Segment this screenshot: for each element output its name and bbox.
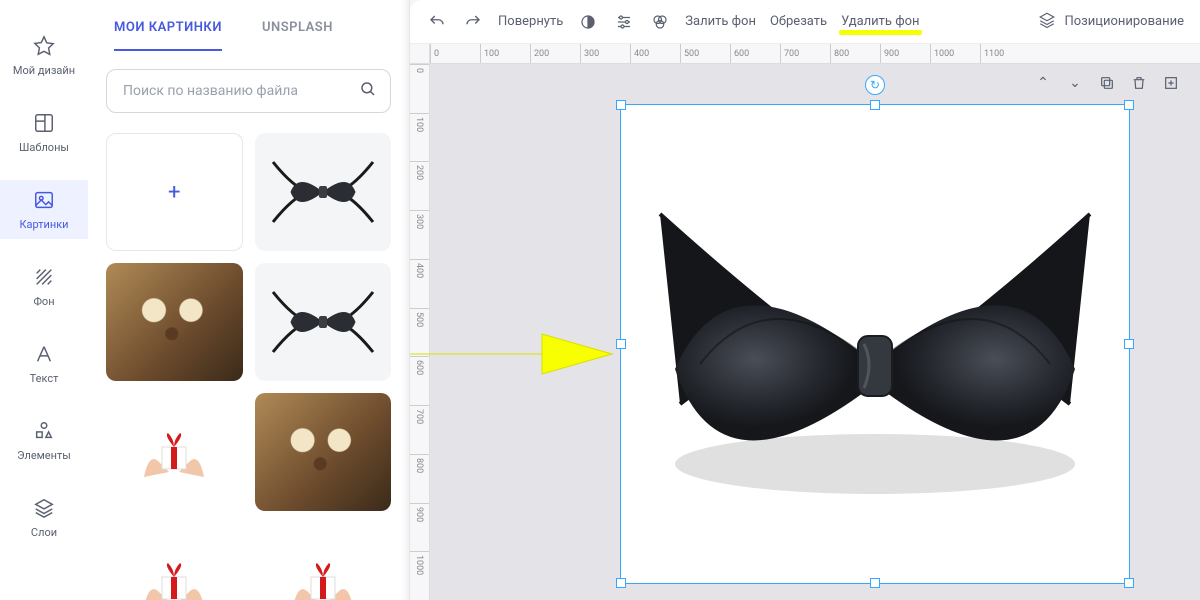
contrast-icon[interactable] (577, 13, 599, 31)
search-icon[interactable] (359, 80, 377, 102)
add-image-tile[interactable]: + (106, 133, 243, 251)
side-panel: МОИ КАРТИНКИ UNSPLASH + (88, 0, 410, 600)
image-tile[interactable] (106, 523, 243, 600)
search-input[interactable] (106, 69, 391, 113)
canvas-area: Повернуть Залить фон Обрезать Удалить фо… (410, 0, 1200, 600)
tab-my-pictures[interactable]: МОИ КАРТИНКИ (114, 20, 222, 51)
copy-icon[interactable] (1096, 72, 1118, 94)
delete-icon[interactable] (1128, 72, 1150, 94)
tab-unsplash[interactable]: UNSPLASH (262, 20, 333, 51)
object-toolbar: ⌃ ⌄ (1032, 72, 1182, 94)
adjust-icon[interactable] (613, 13, 635, 31)
annotation-arrow (410, 324, 622, 384)
templates-icon (32, 111, 56, 135)
nav-label: Шаблоны (19, 141, 69, 154)
nav-my-design[interactable]: Мой дизайн (0, 26, 88, 85)
image-tile[interactable] (255, 523, 392, 600)
undo-button[interactable] (426, 13, 448, 31)
plus-icon: + (168, 180, 180, 205)
ruler-corner (410, 44, 430, 64)
cat-thumb (106, 263, 243, 381)
rotate-handle[interactable]: ↻ (865, 75, 885, 95)
add-icon[interactable] (1160, 72, 1182, 94)
move-down-icon[interactable]: ⌄ (1064, 72, 1086, 94)
resize-handle-r[interactable] (1124, 339, 1134, 349)
stack-icon (1038, 11, 1056, 33)
layers-icon (32, 496, 56, 520)
selection-box[interactable]: ↻ (620, 104, 1130, 584)
resize-handle-b[interactable] (870, 578, 880, 588)
nav-label: Картинки (19, 218, 68, 231)
texture-icon (32, 265, 56, 289)
star-icon (32, 34, 56, 58)
gift-thumb (106, 523, 243, 600)
workspace[interactable]: 010020030040050060070080090010001100 010… (410, 44, 1200, 600)
crop-button[interactable]: Обрезать (770, 14, 827, 29)
nav-text[interactable]: Текст (0, 334, 88, 393)
image-tile[interactable] (106, 393, 243, 511)
color-icon[interactable] (649, 13, 671, 31)
shapes-icon (32, 419, 56, 443)
resize-handle-t[interactable] (870, 100, 880, 110)
nav-templates[interactable]: Шаблоны (0, 103, 88, 162)
nav-label: Слои (31, 526, 57, 539)
ruler-horizontal: 010020030040050060070080090010001100 (430, 44, 1200, 64)
nav-background[interactable]: Фон (0, 257, 88, 316)
resize-handle-tl[interactable] (616, 100, 626, 110)
remove-bg-button[interactable]: Удалить фон (841, 14, 919, 29)
fill-bg-button[interactable]: Залить фон (685, 14, 756, 29)
bowtie-thumb (263, 147, 383, 237)
nav-label: Текст (30, 372, 59, 385)
nav-label: Мой дизайн (13, 64, 75, 77)
image-tile[interactable] (255, 133, 392, 251)
nav-elements[interactable]: Элементы (0, 411, 88, 470)
rotate-button[interactable]: Повернуть (498, 14, 563, 29)
resize-handle-tr[interactable] (1124, 100, 1134, 110)
image-grid: + (88, 123, 409, 600)
bowtie-thumb (263, 277, 383, 367)
image-tile[interactable] (106, 263, 243, 381)
panel-tabs: МОИ КАРТИНКИ UNSPLASH (88, 0, 409, 51)
nav-label: Фон (33, 295, 54, 308)
search-box (106, 69, 391, 113)
resize-handle-br[interactable] (1124, 578, 1134, 588)
positioning-button[interactable]: Позиционирование (1038, 11, 1184, 33)
topbar: Повернуть Залить фон Обрезать Удалить фо… (410, 0, 1200, 44)
positioning-label: Позиционирование (1064, 14, 1184, 29)
image-tile[interactable] (255, 263, 392, 381)
image-icon (32, 188, 56, 212)
gift-thumb (255, 523, 392, 600)
nav-layers[interactable]: Слои (0, 488, 88, 547)
move-up-icon[interactable]: ⌃ (1032, 72, 1054, 94)
nav-label: Элементы (17, 449, 71, 462)
redo-button[interactable] (462, 13, 484, 31)
text-icon (32, 342, 56, 366)
nav-pictures[interactable]: Картинки (0, 180, 88, 239)
resize-handle-bl[interactable] (616, 578, 626, 588)
left-nav: Мой дизайн Шаблоны Картинки Фон Текст Эл… (0, 0, 88, 600)
cat-thumb (255, 393, 392, 511)
image-tile[interactable] (255, 393, 392, 511)
gift-thumb (106, 393, 243, 511)
